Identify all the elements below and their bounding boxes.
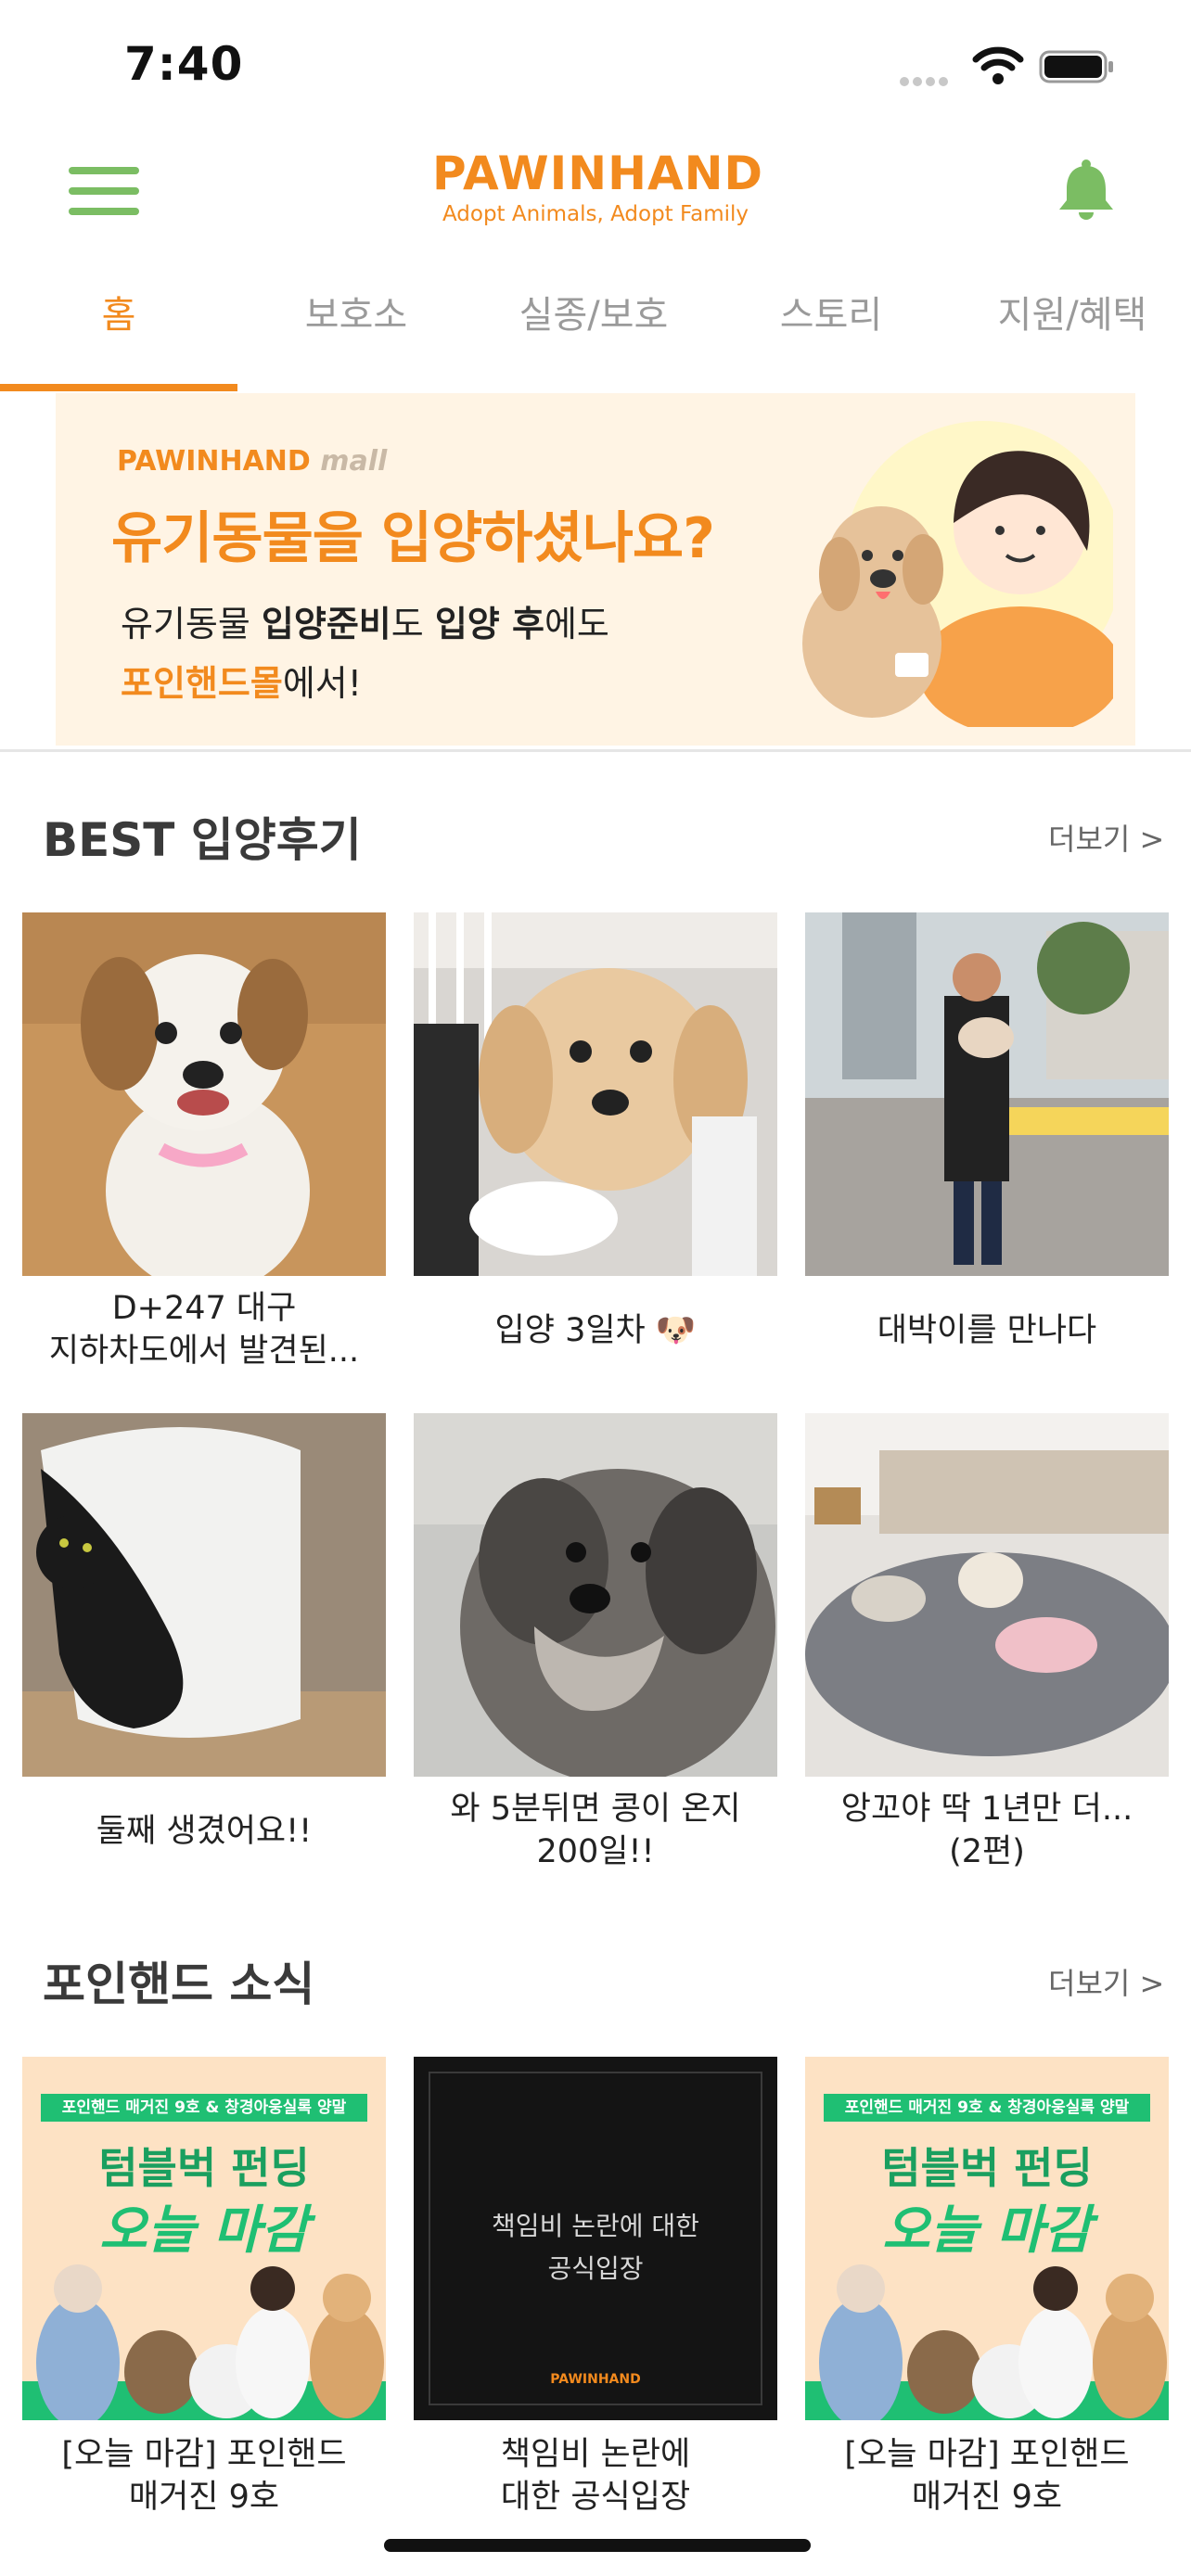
review-caption-2[interactable]: 입양 3일차 🐶 — [414, 1309, 777, 1352]
banner-headline: 유기동물을 입양하셨나요? — [111, 506, 715, 571]
tab-active-indicator — [0, 384, 237, 391]
news-image-3[interactable]: 포인핸드 매거진 9호 & 창경아웅실록 양말 텀블벅 펀딩 오늘 마감 — [805, 2057, 1169, 2420]
news-image-1-line1: 텀블벅 펀딩 — [98, 2143, 310, 2193]
review-photo-4[interactable] — [22, 1413, 386, 1777]
review-caption-6[interactable]: 앙꼬야 딱 1년만 더... (2편) — [805, 1788, 1169, 1873]
review-photo-3[interactable] — [805, 912, 1169, 1276]
news-image-3-line2: 오늘 마감 — [882, 2200, 1092, 2261]
banner-brand: PAWINHAND mall — [117, 445, 388, 478]
tab-home[interactable]: 홈 — [0, 278, 237, 352]
review-caption-5[interactable]: 와 5분뒤면 콩이 온지 200일!! — [414, 1788, 777, 1873]
status-time: 7:40 — [124, 37, 244, 91]
review-photo-2[interactable] — [414, 912, 777, 1276]
news-more-link[interactable]: 더보기 > — [1048, 1960, 1164, 2003]
review-photo-1[interactable] — [22, 912, 386, 1276]
tab-support[interactable]: 지원/혜택 — [954, 278, 1191, 352]
news-caption-2[interactable]: 책임비 논란에 대한 공식입장 — [414, 2433, 777, 2519]
banner-illustration — [798, 421, 1113, 727]
banner-text-line2: 포인핸드몰에서! — [121, 663, 362, 704]
news-image-1-line2: 오늘 마감 — [99, 2200, 309, 2261]
review-caption-4[interactable]: 둘째 생겼어요!! — [22, 1810, 386, 1853]
logo-subtitle: Adopt Animals, Adopt Family — [442, 202, 749, 226]
logo-title: PAWINHAND — [432, 147, 763, 200]
news-image-1-tag: 포인핸드 매거진 9호 & 창경아웅실록 양말 — [41, 2094, 367, 2122]
news-title: 포인핸드 소식 — [43, 1958, 315, 2011]
mall-banner[interactable]: PAWINHAND mall 유기동물을 입양하셨나요? 유기동물 입양준비도 … — [56, 393, 1135, 746]
news-image-3-line1: 텀블벅 펀딩 — [881, 2143, 1093, 2193]
review-photo-6[interactable] — [805, 1413, 1169, 1777]
review-caption-3[interactable]: 대박이를 만나다 — [805, 1309, 1169, 1352]
banner-text-line1: 유기동물 입양준비도 입양 후에도 — [121, 604, 609, 644]
battery-icon — [1039, 50, 1115, 83]
news-caption-3[interactable]: [오늘 마감] 포인핸드 매거진 9호 — [805, 2433, 1169, 2519]
home-indicator[interactable] — [384, 2539, 811, 2552]
news-image-1[interactable]: 포인핸드 매거진 9호 & 창경아웅실록 양말 텀블벅 펀딩 오늘 마감 — [22, 2057, 386, 2420]
tab-lost-found[interactable]: 실종/보호 — [475, 278, 712, 352]
app-logo[interactable]: PAWINHAND Adopt Animals, Adopt Family — [432, 147, 763, 228]
best-reviews-more-link[interactable]: 더보기 > — [1048, 816, 1164, 859]
news-image-2-text: 책임비 논란에 대한 공식입장 — [492, 2211, 699, 2284]
news-image-2-brand: PAWINHAND — [550, 2372, 641, 2387]
review-caption-1[interactable]: D+247 대구 지하차도에서 발견된... — [22, 1287, 386, 1372]
tab-shelters[interactable]: 보호소 — [237, 278, 475, 352]
tab-stories[interactable]: 스토리 — [712, 278, 950, 352]
review-photo-5[interactable] — [414, 1413, 777, 1777]
best-reviews-title: BEST 입양후기 — [43, 813, 362, 867]
news-image-2[interactable]: 책임비 논란에 대한 공식입장 PAWINHAND — [414, 2057, 777, 2420]
wifi-icon — [972, 46, 1024, 85]
tab-bar: 홈 보호소 실종/보호 스토리 지원/혜택 — [0, 278, 1191, 389]
news-image-3-tag: 포인핸드 매거진 9호 & 창경아웅실록 양말 — [824, 2094, 1150, 2122]
news-caption-1[interactable]: [오늘 마감] 포인핸드 매거진 9호 — [22, 2433, 386, 2519]
notification-bell-icon[interactable] — [1054, 158, 1119, 223]
cellular-signal-icon — [900, 72, 957, 86]
banner-divider — [0, 749, 1191, 752]
hamburger-menu-icon[interactable] — [69, 167, 139, 215]
